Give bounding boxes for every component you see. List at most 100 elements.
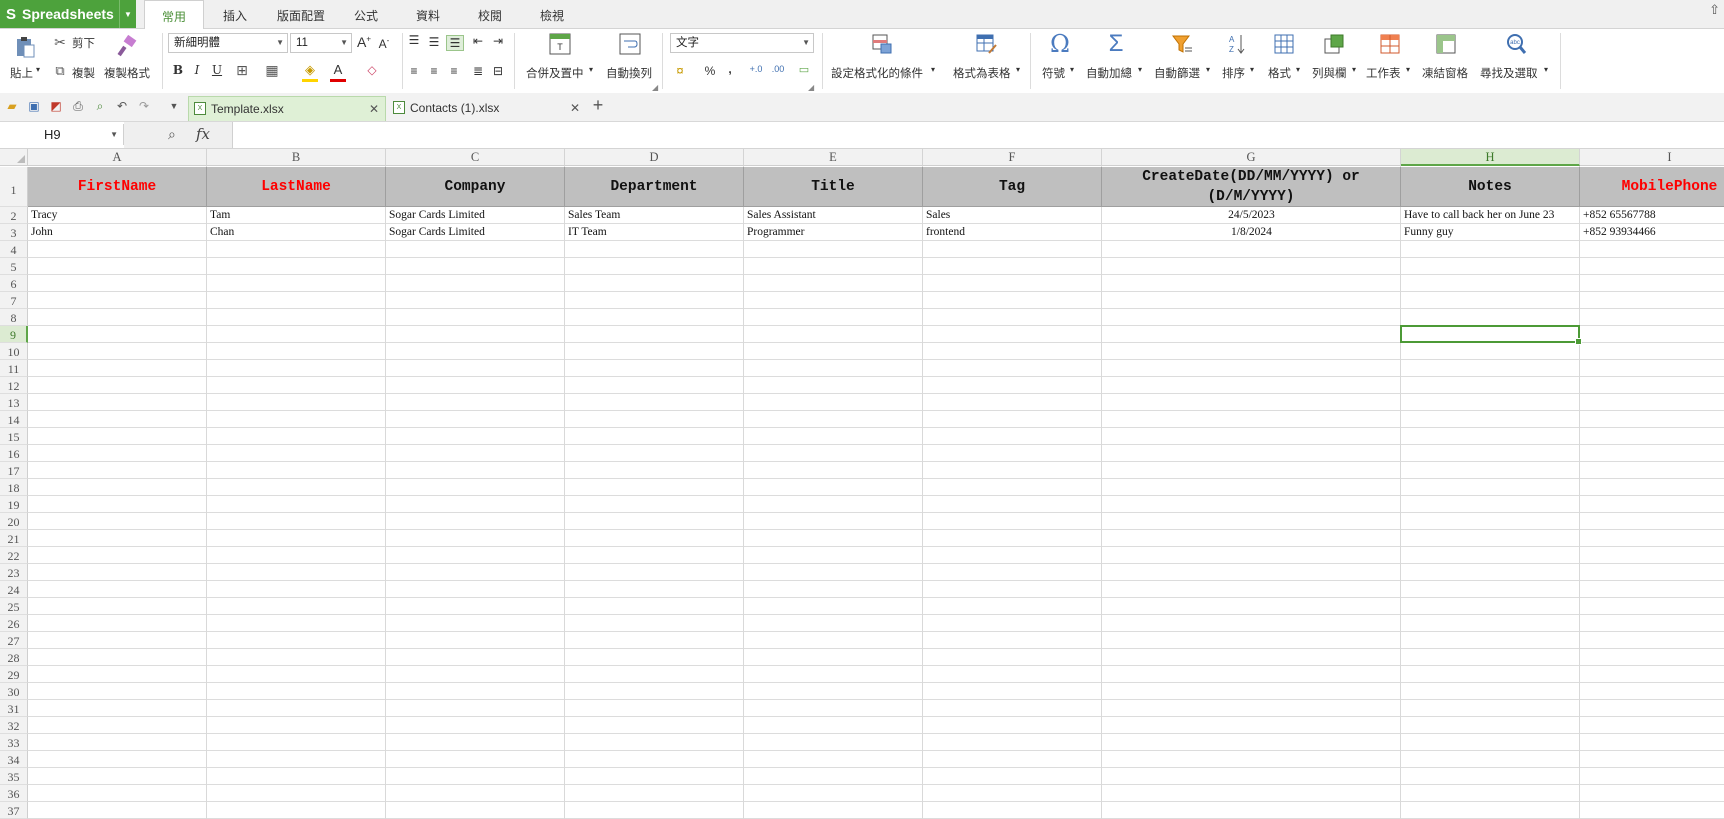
distributed-icon[interactable]: ⊟ xyxy=(490,64,506,78)
column-header-i[interactable]: I xyxy=(1580,149,1724,166)
row-header[interactable]: 24 xyxy=(0,581,28,598)
header-cell-c[interactable]: Company xyxy=(386,167,565,207)
shrink-font-icon[interactable]: A- xyxy=(376,36,392,51)
rows-columns-button[interactable]: 列與欄 xyxy=(1312,65,1347,81)
align-bottom-icon[interactable]: ☰ xyxy=(446,35,464,51)
tab-page-layout[interactable]: 版面配置 xyxy=(270,0,332,28)
row-header[interactable]: 28 xyxy=(0,649,28,666)
row-header[interactable]: 6 xyxy=(0,275,28,292)
row-header[interactable]: 11 xyxy=(0,360,28,377)
name-box[interactable]: H9 ▼ xyxy=(0,124,124,145)
row-header[interactable]: 20 xyxy=(0,513,28,530)
chevron-down-icon[interactable]: ▾ xyxy=(1138,65,1142,74)
header-cell-g[interactable]: CreateDate(DD/MM/YYYY) or (D/M/YYYY) xyxy=(1102,167,1401,207)
chevron-down-icon[interactable]: ▾ xyxy=(1296,65,1300,74)
wrap-text-button[interactable]: 自動換列 xyxy=(606,65,652,81)
print-preview-icon[interactable]: ⌕ xyxy=(92,98,108,114)
font-size-select[interactable]: 11 ▼ xyxy=(290,33,352,53)
sort-button[interactable]: 排序 xyxy=(1222,65,1245,81)
currency-icon[interactable]: ¤ xyxy=(672,63,688,78)
symbol-button[interactable]: 符號 xyxy=(1042,65,1065,81)
tab-formulas[interactable]: 公式 xyxy=(344,0,388,28)
cell-c2[interactable]: Sogar Cards Limited xyxy=(386,207,565,224)
chevron-down-icon[interactable]: ▾ xyxy=(931,65,935,74)
open-folder-icon[interactable]: ▰ xyxy=(4,98,20,114)
header-cell-b[interactable]: LastName xyxy=(207,167,386,207)
bold-button[interactable]: B xyxy=(170,63,186,77)
font-name-select[interactable]: 新細明體 ▼ xyxy=(168,33,288,53)
export-pdf-icon[interactable]: ◩ xyxy=(48,98,64,114)
chevron-down-icon[interactable]: ▾ xyxy=(589,65,593,74)
increase-indent-icon[interactable]: ⇥ xyxy=(490,34,506,48)
clear-format-icon[interactable]: ◇ xyxy=(364,63,380,77)
row-header[interactable]: 34 xyxy=(0,751,28,768)
print-icon[interactable]: ⎙ xyxy=(70,98,86,114)
format-as-table-button[interactable]: 格式為表格 xyxy=(953,65,1011,81)
header-cell-d[interactable]: Department xyxy=(565,167,744,207)
chevron-down-icon[interactable]: ▾ xyxy=(36,65,40,74)
merge-center-icon[interactable]: T xyxy=(548,32,572,56)
chevron-down-icon[interactable]: ▾ xyxy=(1250,65,1254,74)
cell-h2[interactable]: Have to call back her on June 23 xyxy=(1401,207,1580,224)
row-header[interactable]: 18 xyxy=(0,479,28,496)
freeze-panes-button[interactable]: 凍結窗格 xyxy=(1422,65,1468,81)
cell-a3[interactable]: John xyxy=(28,224,207,241)
tab-review[interactable]: 校閱 xyxy=(468,0,512,28)
header-cell-h[interactable]: Notes xyxy=(1401,167,1580,207)
close-icon[interactable]: ✕ xyxy=(369,97,379,121)
symbol-icon[interactable]: Ω xyxy=(1048,30,1072,58)
increase-decimal-icon[interactable]: +.0 xyxy=(748,64,764,74)
format-icon[interactable] xyxy=(1272,32,1296,56)
number-format-select[interactable]: 文字 ▼ xyxy=(670,33,814,53)
decrease-indent-icon[interactable]: ⇤ xyxy=(470,34,486,48)
tab-home[interactable]: 常用 xyxy=(144,0,204,30)
new-tab-plus-icon[interactable]: + xyxy=(590,95,606,115)
scissors-icon[interactable]: ✂ xyxy=(52,34,68,50)
row-header[interactable]: 19 xyxy=(0,496,28,513)
header-cell-i[interactable]: MobilePhone xyxy=(1580,167,1724,207)
header-cell-a[interactable]: FirstName xyxy=(28,167,207,207)
chevron-down-icon[interactable]: ▼ xyxy=(119,0,136,28)
align-left-icon[interactable]: ≡ xyxy=(406,64,422,78)
column-header-c[interactable]: C xyxy=(386,149,565,166)
row-header[interactable]: 36 xyxy=(0,785,28,802)
worksheet-button[interactable]: 工作表 xyxy=(1366,65,1401,81)
merge-center-button[interactable]: 合併及置中 xyxy=(526,65,584,81)
cell-h3[interactable]: Funny guy xyxy=(1401,224,1580,241)
tab-insert[interactable]: 插入 xyxy=(212,0,258,28)
row-header[interactable]: 8 xyxy=(0,309,28,326)
row-header[interactable]: 1 xyxy=(0,167,28,207)
undo-icon[interactable]: ↶ xyxy=(114,98,130,114)
chevron-down-icon[interactable]: ▾ xyxy=(1544,65,1548,74)
autofilter-button[interactable]: 自動篩選 xyxy=(1154,65,1200,81)
autosum-button[interactable]: 自動加總 xyxy=(1086,65,1132,81)
column-header-a[interactable]: A xyxy=(28,149,207,166)
cell-b2[interactable]: Tam xyxy=(207,207,386,224)
cell-e2[interactable]: Sales Assistant xyxy=(744,207,923,224)
number-launcher-icon[interactable]: ◢ xyxy=(808,83,814,92)
column-header-d[interactable]: D xyxy=(565,149,744,166)
row-header[interactable]: 23 xyxy=(0,564,28,581)
font-color-icon[interactable]: A xyxy=(330,62,346,77)
find-select-button[interactable]: 尋找及選取 xyxy=(1480,65,1538,81)
row-header[interactable]: 2 xyxy=(0,207,28,224)
formula-input[interactable] xyxy=(236,125,1716,145)
column-header-b[interactable]: B xyxy=(207,149,386,166)
cell-c3[interactable]: Sogar Cards Limited xyxy=(386,224,565,241)
row-header[interactable]: 3 xyxy=(0,224,28,241)
row-header[interactable]: 26 xyxy=(0,615,28,632)
conditional-format-button[interactable]: 設定格式化的條件 xyxy=(831,65,923,81)
align-middle-icon[interactable]: ☰ xyxy=(426,35,442,49)
percent-button[interactable]: % xyxy=(702,64,718,78)
format-as-table-icon[interactable] xyxy=(974,32,998,56)
row-header[interactable]: 14 xyxy=(0,411,28,428)
underline-button[interactable]: U xyxy=(209,63,225,77)
sort-icon[interactable]: AZ xyxy=(1226,32,1248,56)
cell-f3[interactable]: frontend xyxy=(923,224,1102,241)
fill-color-icon[interactable]: ◈ xyxy=(302,62,318,78)
collapse-ribbon-icon[interactable]: ⇧ xyxy=(1709,2,1720,18)
cell-i2[interactable]: +852 65567788 xyxy=(1580,207,1724,224)
align-top-icon[interactable]: ☰ xyxy=(406,33,422,47)
save-icon[interactable]: ▣ xyxy=(26,98,42,114)
rows-columns-icon[interactable] xyxy=(1322,32,1346,56)
